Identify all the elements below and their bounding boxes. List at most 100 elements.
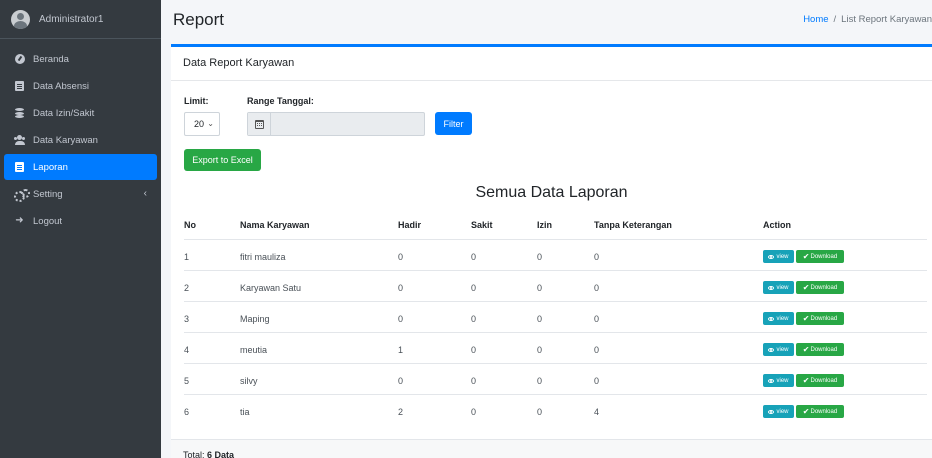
limit-value: 20 (194, 119, 205, 129)
content-header: Report Home / List Report Karyawan (161, 0, 932, 40)
database-icon (14, 108, 25, 119)
cell-hadir: 2 (398, 407, 404, 417)
card-divider (171, 80, 932, 81)
limit-label: Limit: (184, 96, 209, 106)
eye-icon (768, 378, 775, 383)
cell-izin: 0 (537, 376, 543, 386)
breadcrumb-separator: / (833, 14, 837, 25)
breadcrumb-current: List Report Karyawan (841, 14, 932, 25)
sidebar-item-data-absensi[interactable]: Data Absensi (4, 73, 157, 99)
download-label: Download (810, 377, 838, 384)
table-caption: Semua Data Laporan (475, 184, 628, 201)
eye-icon (768, 285, 775, 290)
cell-hadir: 1 (398, 345, 404, 355)
cell-sakit: 0 (471, 314, 477, 324)
eye-icon (768, 347, 775, 352)
check-icon: ✔ (802, 313, 810, 323)
column-header-action: Action (763, 220, 791, 230)
check-icon: ✔ (802, 375, 810, 385)
breadcrumb: Home / List Report Karyawan (803, 14, 932, 25)
row-divider (184, 363, 927, 364)
view-button[interactable]: view (763, 312, 794, 325)
download-button[interactable]: ✔ Download (796, 312, 844, 325)
cell-hadir: 0 (398, 314, 404, 324)
range-label: Range Tanggal: (247, 96, 314, 106)
users-icon (14, 135, 25, 146)
cell-izin: 0 (537, 283, 543, 293)
sidebar-nav: Beranda Data Absensi Data Izin/Sakit Dat… (0, 46, 161, 234)
cell-nama: Karyawan Satu (240, 283, 302, 293)
cell-izin: 0 (537, 314, 543, 324)
chevron-down-icon: ⌄ (207, 119, 214, 128)
cell-hadir: 0 (398, 252, 404, 262)
download-label: Download (810, 408, 838, 415)
column-header-nama: Nama Karyawan (240, 220, 310, 230)
breadcrumb-home-link[interactable]: Home (803, 14, 828, 25)
date-range-input[interactable] (247, 112, 425, 136)
sidebar-item-laporan[interactable]: Laporan (4, 154, 157, 180)
cell-nama: meutia (240, 345, 268, 355)
cell-izin: 0 (537, 407, 543, 417)
download-label: Download (810, 284, 838, 291)
download-label: Download (810, 346, 838, 353)
view-button[interactable]: view (763, 343, 794, 356)
row-divider (184, 394, 927, 395)
view-button[interactable]: view (763, 281, 794, 294)
view-button[interactable]: view (763, 405, 794, 418)
total-value: 6 Data (207, 450, 235, 458)
sidebar-item-label: Setting (33, 188, 63, 200)
sidebar-item-logout[interactable]: ➜ Logout (4, 208, 157, 234)
cell-no: 6 (184, 407, 190, 417)
export-excel-button[interactable]: Export to Excel (184, 149, 261, 171)
column-header-hadir: Hadir (398, 220, 422, 230)
report-card: Data Report Karyawan Limit: Range Tangga… (171, 44, 932, 458)
cell-nama: Maping (240, 314, 270, 324)
sidebar-item-setting[interactable]: Setting ‹ (4, 181, 157, 207)
view-label: view (776, 346, 789, 353)
cell-sakit: 0 (471, 345, 477, 355)
cell-nama: tia (240, 407, 250, 417)
cell-no: 4 (184, 345, 190, 355)
column-header-no: No (184, 220, 196, 230)
sidebar-item-beranda[interactable]: Beranda (4, 46, 157, 72)
view-button[interactable]: view (763, 374, 794, 387)
cell-tanpa-keterangan: 0 (594, 376, 600, 386)
download-button[interactable]: ✔ Download (796, 250, 844, 263)
download-button[interactable]: ✔ Download (796, 405, 844, 418)
cell-izin: 0 (537, 345, 543, 355)
check-icon: ✔ (802, 282, 810, 292)
view-label: view (776, 253, 789, 260)
cell-nama: silvy (240, 376, 258, 386)
cell-no: 5 (184, 376, 190, 386)
cogs-icon (14, 189, 30, 202)
sidebar: Administrator1 Beranda Data Absensi Data… (0, 0, 161, 458)
limit-select[interactable]: 20 ⌄ (184, 112, 220, 136)
cell-no: 3 (184, 314, 190, 324)
cell-izin: 0 (537, 252, 543, 262)
column-header-sakit: Sakit (471, 220, 493, 230)
total-count: Total: 6 Data (183, 450, 234, 458)
download-button[interactable]: ✔ Download (796, 343, 844, 356)
download-button[interactable]: ✔ Download (796, 281, 844, 294)
table-header-divider (184, 239, 927, 240)
sidebar-item-label: Beranda (33, 53, 69, 65)
row-divider (184, 301, 927, 302)
cell-sakit: 0 (471, 407, 477, 417)
sidebar-item-label: Laporan (33, 161, 68, 173)
column-header-tanpa-keterangan: Tanpa Keterangan (594, 220, 672, 230)
view-button[interactable]: view (763, 250, 794, 263)
download-button[interactable]: ✔ Download (796, 374, 844, 387)
view-label: view (776, 315, 789, 322)
sidebar-item-data-karyawan[interactable]: Data Karyawan (4, 127, 157, 153)
filter-button[interactable]: Filter (435, 112, 472, 135)
eye-icon (768, 254, 775, 259)
cell-nama: fitri mauliza (240, 252, 286, 262)
document-icon (14, 162, 25, 173)
cell-sakit: 0 (471, 252, 477, 262)
document-icon (14, 81, 25, 92)
total-prefix: Total: (183, 450, 205, 458)
user-panel[interactable]: Administrator1 (0, 0, 161, 39)
sidebar-item-data-izin-sakit[interactable]: Data Izin/Sakit (4, 100, 157, 126)
card-footer: Total: 6 Data (171, 439, 932, 458)
cell-tanpa-keterangan: 0 (594, 283, 600, 293)
